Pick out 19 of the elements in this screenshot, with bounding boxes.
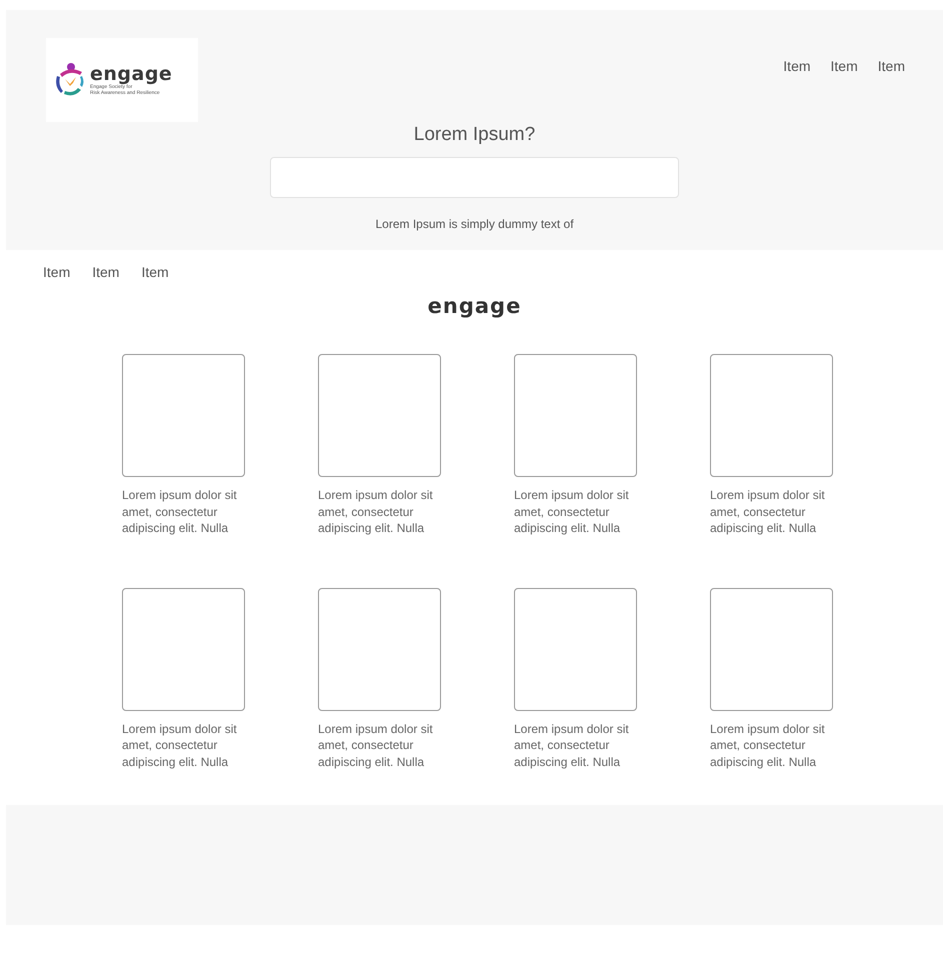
hero-subtitle: Lorem Ipsum is simply dummy text of xyxy=(375,217,574,231)
nav-link[interactable]: Item xyxy=(783,58,811,74)
nav-link[interactable]: Item xyxy=(830,58,858,74)
card-caption: Lorem ipsum dolor sit amet, consectetur adipiscing elit. Nulla xyxy=(122,720,238,770)
section-title: engage xyxy=(426,294,522,318)
nav-link[interactable]: Item xyxy=(878,58,905,74)
card-caption: Lorem ipsum dolor sit amet, consectetur adipiscing elit. Nulla xyxy=(514,487,630,536)
card-caption: Lorem ipsum dolor sit amet, consectetur adipiscing elit. Nulla xyxy=(318,487,434,536)
nav-link[interactable]: Item xyxy=(92,264,120,280)
logo-wordmark: engage xyxy=(90,64,172,84)
card-caption: Lorem ipsum dolor sit amet, consectetur adipiscing elit. Nulla xyxy=(710,487,826,536)
nav-link[interactable]: Item xyxy=(141,264,169,280)
nav-link[interactable]: Item xyxy=(43,264,70,280)
hero-title: Lorem Ipsum? xyxy=(414,123,536,147)
input-field[interactable] xyxy=(270,157,679,198)
card-caption: Lorem ipsum dolor sit amet, consectetur adipiscing elit. Nulla xyxy=(122,487,238,536)
card-caption: Lorem ipsum dolor sit amet, consectetur adipiscing elit. Nulla xyxy=(514,720,630,770)
card-caption: Lorem ipsum dolor sit amet, consectetur adipiscing elit. Nulla xyxy=(318,720,434,770)
card-caption: Lorem ipsum dolor sit amet, consectetur adipiscing elit. Nulla xyxy=(710,720,826,770)
